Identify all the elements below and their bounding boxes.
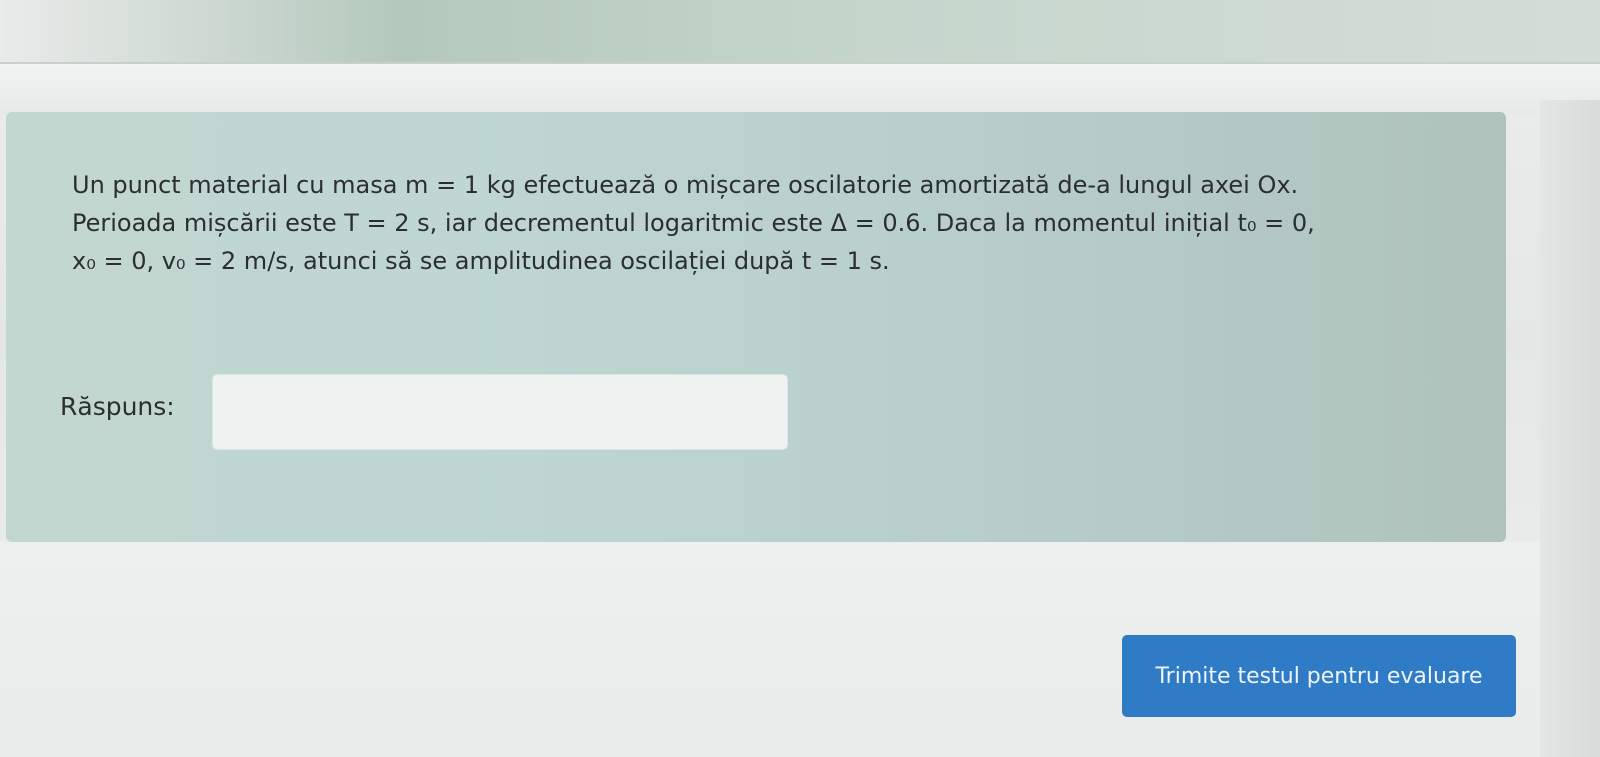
answer-label: Răspuns: bbox=[60, 392, 175, 421]
question-line-3: x₀ = 0, v₀ = 2 m/s, atunci să se amplitu… bbox=[72, 247, 890, 275]
header-strip bbox=[0, 64, 1600, 114]
answer-input[interactable] bbox=[212, 374, 788, 450]
screen: Un punct material cu masa m = 1 kg efect… bbox=[0, 0, 1600, 757]
page-right-edge bbox=[1540, 100, 1600, 757]
submit-test-button[interactable]: Trimite testul pentru evaluare bbox=[1122, 635, 1516, 717]
question-line-1: Un punct material cu masa m = 1 kg efect… bbox=[72, 171, 1299, 199]
question-text: Un punct material cu masa m = 1 kg efect… bbox=[72, 166, 1472, 280]
question-line-2: Perioada mișcării este T = 2 s, iar decr… bbox=[72, 209, 1315, 237]
top-bar bbox=[0, 0, 1600, 62]
